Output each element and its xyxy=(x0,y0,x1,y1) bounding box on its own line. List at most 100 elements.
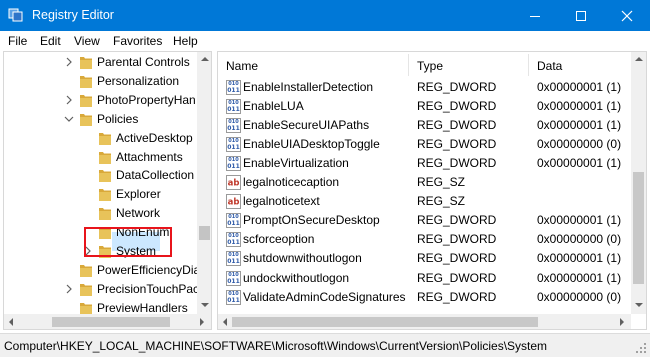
dword-icon: 010011 xyxy=(226,289,241,305)
registry-editor-app-icon xyxy=(8,8,23,22)
scroll-right-arrow-icon[interactable] xyxy=(620,318,624,326)
tree-vertical-scroll-thumb[interactable] xyxy=(199,226,210,240)
folder-icon xyxy=(99,132,111,145)
tree-item[interactable]: PowerEfficiencyDia xyxy=(4,261,200,280)
values-horizontal-scroll-thumb[interactable] xyxy=(232,317,538,327)
dword-icon: 010011 xyxy=(226,232,241,248)
chevron-right-icon[interactable] xyxy=(64,95,74,105)
close-button[interactable] xyxy=(604,0,650,31)
tree-item-label: PreviewHandlers xyxy=(97,300,188,315)
menu-favorites[interactable]: Favorites xyxy=(113,34,162,48)
value-row[interactable]: 010 011 EnableInstallerDetection REG_DWORD 0… xyxy=(218,78,628,97)
value-row[interactable]: 010 011 scforceoption REG_DWORD 0x00000000 (… xyxy=(218,230,628,249)
folder-icon xyxy=(99,151,111,164)
key-tree-pane[interactable]: Parental Controls Personalization PhotoPro… xyxy=(3,51,212,330)
value-row[interactable]: 010 011 EnableSecureUIAPaths REG_DWORD 0x000… xyxy=(218,116,628,135)
value-row[interactable]: 010 011 EnableUIADesktopToggle REG_DWORD 0x0… xyxy=(218,135,628,154)
value-row[interactable]: ab legalnoticecaption REG_SZ xyxy=(218,173,628,192)
tree-item-label: Attachments xyxy=(116,149,183,164)
value-data: 0x00000000 (0) xyxy=(537,137,622,152)
value-row[interactable]: ab legalnoticetext REG_SZ xyxy=(218,192,628,211)
value-name: EnableInstallerDetection xyxy=(243,80,374,94)
menu-help[interactable]: Help xyxy=(173,34,198,48)
value-row[interactable]: 010 011 undockwithoutlogon REG_DWORD 0x00000… xyxy=(218,269,628,288)
svg-text:ab: ab xyxy=(228,198,240,208)
values-list-pane[interactable]: Name Type Data 010 011 EnableInstallerDete… xyxy=(217,51,647,330)
maximize-icon xyxy=(576,10,586,21)
tree-item-label: Personalization xyxy=(97,73,180,88)
title-bar[interactable]: Registry Editor xyxy=(0,0,650,31)
value-type: REG_DWORD xyxy=(417,232,497,247)
dword-icon: 010011 xyxy=(226,118,241,134)
value-data: 0x00000001 (1) xyxy=(537,99,622,114)
svg-text:011: 011 xyxy=(227,106,240,113)
dword-icon: 010011 xyxy=(226,99,241,115)
folder-icon xyxy=(80,75,92,88)
value-name: shutdownwithoutlogon xyxy=(243,251,362,266)
tree-horizontal-scroll-thumb[interactable] xyxy=(52,317,170,327)
value-row[interactable]: 010 011 EnableVirtualization REG_DWORD 0x000… xyxy=(218,154,628,173)
tree-item-label: PrecisionTouchPac xyxy=(97,281,200,296)
tree-item[interactable]: Parental Controls xyxy=(4,53,196,72)
tree-item[interactable]: ActiveDesktop xyxy=(4,129,196,148)
value-data: 0x00000001 (1) xyxy=(537,251,622,266)
value-type: REG_DWORD xyxy=(417,99,497,114)
scroll-right-arrow-icon[interactable] xyxy=(200,318,204,326)
tree-item[interactable]: Attachments xyxy=(4,148,196,167)
value-row[interactable]: 010 011 ValidateAdminCodeSignatures REG_DWO… xyxy=(218,288,628,307)
minimize-button[interactable] xyxy=(512,0,558,31)
tree-item[interactable]: Explorer xyxy=(4,185,196,204)
scroll-down-arrow-icon[interactable] xyxy=(201,303,209,307)
tree-item[interactable]: PhotoPropertyHan xyxy=(4,91,196,110)
svg-text:011: 011 xyxy=(227,239,240,246)
menu-view[interactable]: View xyxy=(74,34,100,48)
tree-vertical-scrollbar[interactable] xyxy=(197,52,211,314)
column-header-type[interactable]: Type xyxy=(409,52,528,78)
menu-file[interactable]: File xyxy=(8,34,27,48)
svg-text:011: 011 xyxy=(227,163,240,170)
value-name: EnableVirtualization xyxy=(243,156,349,171)
tree-item-label: DataCollection xyxy=(116,168,195,183)
value-row[interactable]: 010 011 PromptOnSecureDesktop REG_DWORD 0x00… xyxy=(218,211,628,230)
chevron-down-icon[interactable] xyxy=(64,114,74,124)
value-row[interactable]: 010 011 EnableLUA REG_DWORD 0x00000001 (1) xyxy=(218,97,628,116)
string-icon: ab xyxy=(226,194,241,210)
menu-edit[interactable]: Edit xyxy=(40,34,61,48)
scroll-down-arrow-icon[interactable] xyxy=(635,303,643,307)
folder-icon xyxy=(99,170,111,183)
scroll-left-arrow-icon[interactable] xyxy=(223,318,227,326)
maximize-button[interactable] xyxy=(558,0,604,31)
value-name: PromptOnSecureDesktop xyxy=(243,213,380,228)
tree-item[interactable]: Network xyxy=(4,204,196,223)
resize-grip-icon[interactable] xyxy=(635,342,647,354)
folder-icon xyxy=(99,189,111,202)
value-type: REG_SZ xyxy=(417,175,466,190)
tree-item[interactable]: PrecisionTouchPac xyxy=(4,280,200,299)
tree-item-label: PhotoPropertyHan xyxy=(97,92,196,107)
column-header-name[interactable]: Name xyxy=(218,52,408,78)
tree-item[interactable]: Personalization xyxy=(4,72,196,91)
values-horizontal-scrollbar[interactable] xyxy=(218,314,631,329)
values-vertical-scrollbar[interactable] xyxy=(631,52,646,314)
chevron-right-icon[interactable] xyxy=(64,57,74,67)
value-row[interactable]: 010 011 shutdownwithoutlogon REG_DWORD 0x000… xyxy=(218,249,628,268)
close-icon xyxy=(621,10,633,21)
value-data: 0x00000000 (0) xyxy=(537,232,622,247)
tree-item-label: PowerEfficiencyDia xyxy=(97,262,201,277)
annotation-highlight-box xyxy=(84,227,172,257)
tree-item-label: Explorer xyxy=(116,187,161,202)
values-vertical-scroll-thumb[interactable] xyxy=(633,172,644,284)
tree-item[interactable]: Policies xyxy=(4,110,196,129)
scroll-left-arrow-icon[interactable] xyxy=(9,318,13,326)
tree-item-label: Policies xyxy=(97,111,139,126)
scroll-up-arrow-icon[interactable] xyxy=(635,57,643,61)
tree-horizontal-scrollbar[interactable] xyxy=(4,314,211,329)
string-icon: ab xyxy=(226,175,241,191)
column-header-data[interactable]: Data xyxy=(529,52,629,78)
scroll-up-arrow-icon[interactable] xyxy=(201,57,209,61)
value-type: REG_DWORD xyxy=(417,213,497,228)
folder-icon xyxy=(80,57,92,69)
tree-item[interactable]: DataCollection xyxy=(4,166,196,185)
chevron-right-icon[interactable] xyxy=(64,284,74,294)
key-path: Computer\HKEY_LOCAL_MACHINE\SOFTWARE\Mic… xyxy=(4,339,548,353)
